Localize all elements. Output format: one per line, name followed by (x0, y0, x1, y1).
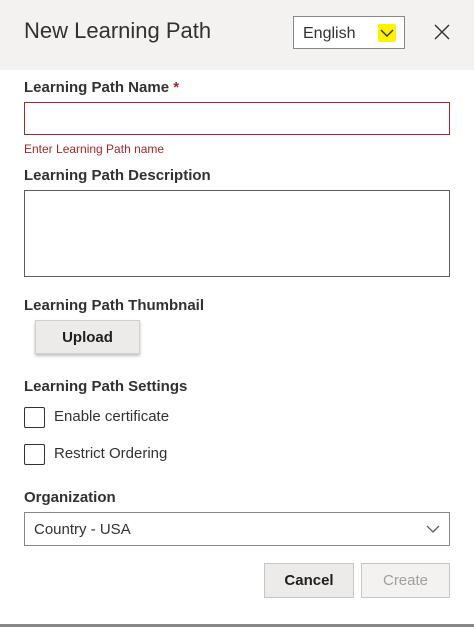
settings-label: Learning Path Settings (24, 378, 188, 395)
upload-button[interactable]: Upload (35, 320, 140, 354)
name-input[interactable] (24, 102, 450, 135)
close-button[interactable] (429, 19, 455, 45)
description-label: Learning Path Description (24, 167, 211, 184)
restrict-ordering-option[interactable]: Restrict Ordering (24, 443, 167, 465)
name-label-text: Learning Path Name (24, 79, 170, 96)
new-learning-path-panel: New Learning Path English Learning Path … (0, 0, 474, 627)
panel-header: New Learning Path English (0, 0, 474, 70)
organization-label: Organization (24, 489, 116, 506)
chevron-down-icon (426, 525, 440, 533)
cancel-button[interactable]: Cancel (264, 563, 354, 598)
enable-certificate-label: Enable certificate (54, 408, 170, 425)
close-icon (434, 24, 450, 40)
create-button[interactable]: Create (361, 563, 450, 598)
name-error-message: Enter Learning Path name (24, 142, 165, 156)
organization-selected-value: Country - USA (34, 521, 131, 538)
language-selected-value: English (303, 25, 356, 42)
organization-dropdown[interactable]: Country - USA (24, 512, 450, 546)
enable-certificate-option[interactable]: Enable certificate (24, 406, 169, 428)
description-input[interactable] (24, 190, 450, 277)
required-marker: * (173, 79, 180, 96)
restrict-ordering-checkbox[interactable] (24, 443, 45, 465)
page-title: New Learning Path (24, 18, 212, 43)
name-label: Learning Path Name * (24, 79, 179, 97)
restrict-ordering-label: Restrict Ordering (54, 445, 168, 462)
thumbnail-label: Learning Path Thumbnail (24, 297, 205, 314)
language-dropdown[interactable]: English (293, 16, 405, 49)
enable-certificate-checkbox[interactable] (24, 406, 45, 428)
chevron-down-icon (378, 24, 396, 42)
